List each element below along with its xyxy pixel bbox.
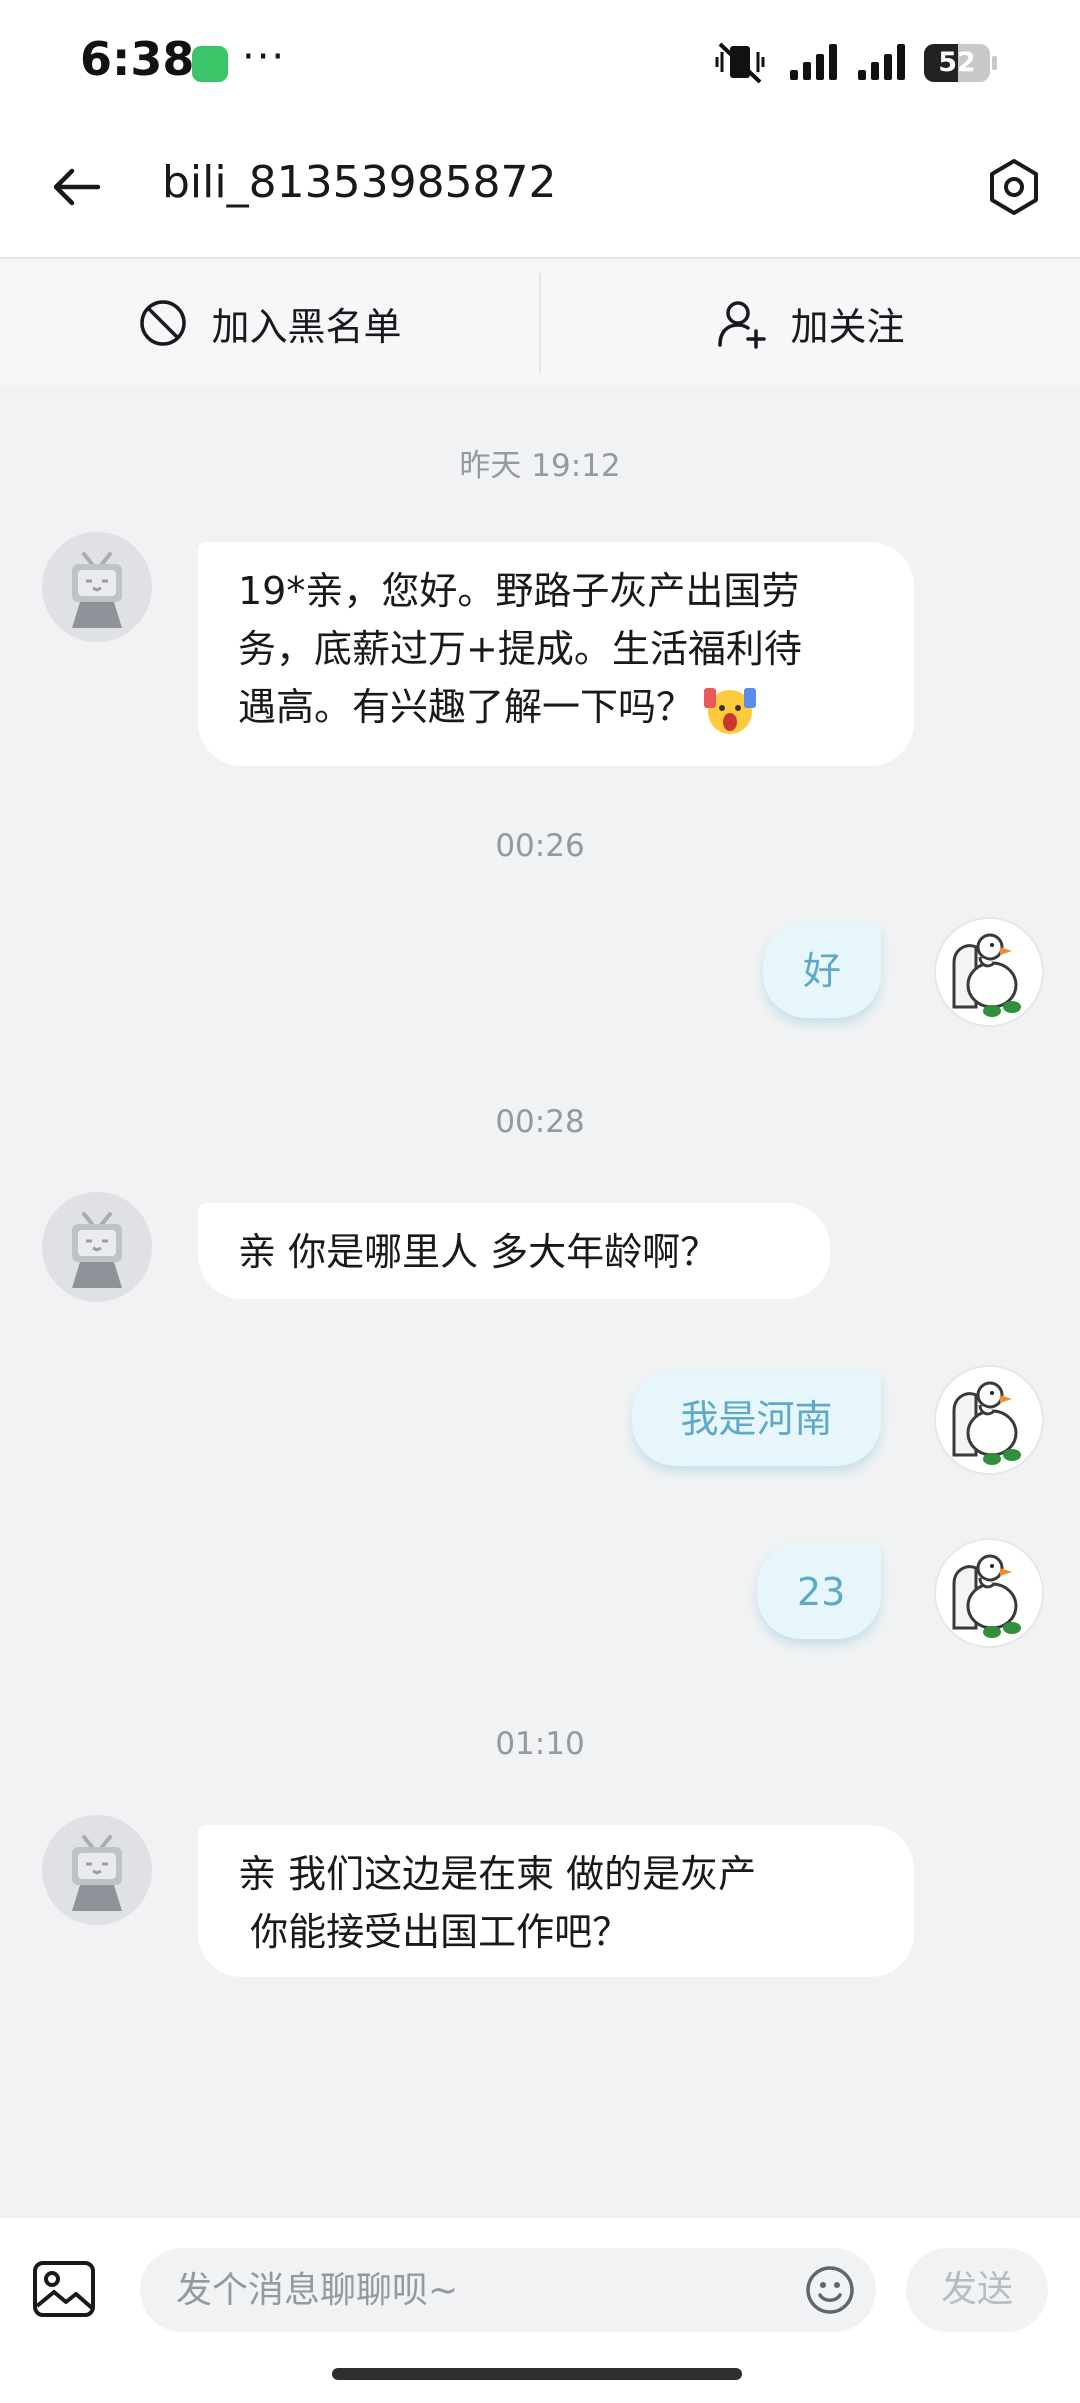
add-user-icon bbox=[718, 301, 767, 349]
goose-mascot-icon bbox=[952, 933, 1021, 1017]
wechat-notification-icon bbox=[192, 46, 228, 82]
message-input[interactable] bbox=[176, 2248, 776, 2332]
sent-message[interactable]: 好 bbox=[763, 922, 881, 1018]
message-line: 亲 我们这边是在柬 做的是灰产 bbox=[238, 1852, 757, 1896]
send-button[interactable]: 发送 bbox=[906, 2248, 1048, 2332]
message-line: 务，底薪过万+提成。生活福利待 bbox=[238, 627, 802, 671]
back-arrow-icon[interactable] bbox=[48, 159, 104, 215]
battery-icon: 52 bbox=[924, 44, 997, 82]
message-line: 遇高。有兴趣了解一下吗？ bbox=[238, 685, 695, 729]
status-bar: 6:38 ··· 52 bbox=[0, 0, 1080, 125]
block-icon bbox=[140, 300, 187, 346]
received-message[interactable]: 亲 我们这边是在柬 做的是灰产 你能接受出国工作吧？ bbox=[198, 1825, 914, 1977]
my-avatar[interactable] bbox=[934, 1365, 1044, 1475]
chat-title: bili_81353985872 bbox=[162, 157, 557, 208]
status-time: 6:38 bbox=[80, 32, 195, 86]
home-indicator[interactable] bbox=[332, 2368, 742, 2380]
message-input-container bbox=[140, 2248, 876, 2332]
follow-label: 加关注 bbox=[790, 304, 905, 349]
received-message[interactable]: 19*亲，您好。野路子灰产出国劳 务，底薪过万+提成。生活福利待 遇高。有兴趣了… bbox=[198, 542, 914, 766]
signal-icon bbox=[858, 44, 905, 80]
battery-percent: 52 bbox=[938, 47, 976, 78]
chat-header: bili_81353985872 bbox=[0, 125, 1080, 259]
message-timestamp: 01:10 bbox=[495, 1726, 585, 1762]
sent-message[interactable]: 23 bbox=[757, 1543, 881, 1639]
emoji-icon[interactable] bbox=[804, 2264, 856, 2316]
block-label: 加入黑名单 bbox=[211, 304, 402, 349]
tv-mascot-icon bbox=[72, 1212, 122, 1288]
sent-message[interactable]: 我是河南 bbox=[632, 1370, 881, 1466]
my-avatar[interactable] bbox=[934, 917, 1044, 1027]
settings-icon[interactable] bbox=[984, 155, 1044, 219]
received-message[interactable]: 亲 你是哪里人 多大年龄啊？ bbox=[198, 1203, 830, 1299]
tv-mascot-icon bbox=[72, 552, 122, 628]
my-avatar[interactable] bbox=[934, 1538, 1044, 1648]
image-icon[interactable] bbox=[32, 2260, 96, 2318]
message-line: 亲 你是哪里人 多大年龄啊？ bbox=[238, 1230, 719, 1274]
message-timestamp: 00:28 bbox=[495, 1104, 585, 1140]
action-bar: 加入黑名单 加关注 bbox=[0, 261, 1080, 385]
message-line: 你能接受出国工作吧？ bbox=[238, 1910, 631, 1954]
goose-mascot-icon bbox=[952, 1381, 1021, 1465]
sender-avatar[interactable] bbox=[42, 1192, 152, 1302]
sender-avatar[interactable] bbox=[42, 1815, 152, 1925]
sender-avatar[interactable] bbox=[42, 532, 152, 642]
goose-mascot-icon bbox=[952, 1554, 1021, 1638]
signal-icon bbox=[790, 44, 837, 80]
message-line: 19*亲，您好。野路子灰产出国劳 bbox=[238, 569, 800, 613]
tv-mascot-icon bbox=[72, 1835, 122, 1911]
follow-button[interactable]: 加关注 bbox=[541, 261, 1080, 385]
more-notifications-icon: ··· bbox=[242, 34, 287, 80]
scream-emoji-icon bbox=[704, 687, 757, 734]
block-button[interactable]: 加入黑名单 bbox=[0, 261, 539, 385]
message-timestamp: 昨天 19:12 bbox=[459, 448, 621, 484]
vibrate-mute-icon bbox=[715, 42, 765, 84]
message-timestamp: 00:26 bbox=[495, 828, 585, 864]
